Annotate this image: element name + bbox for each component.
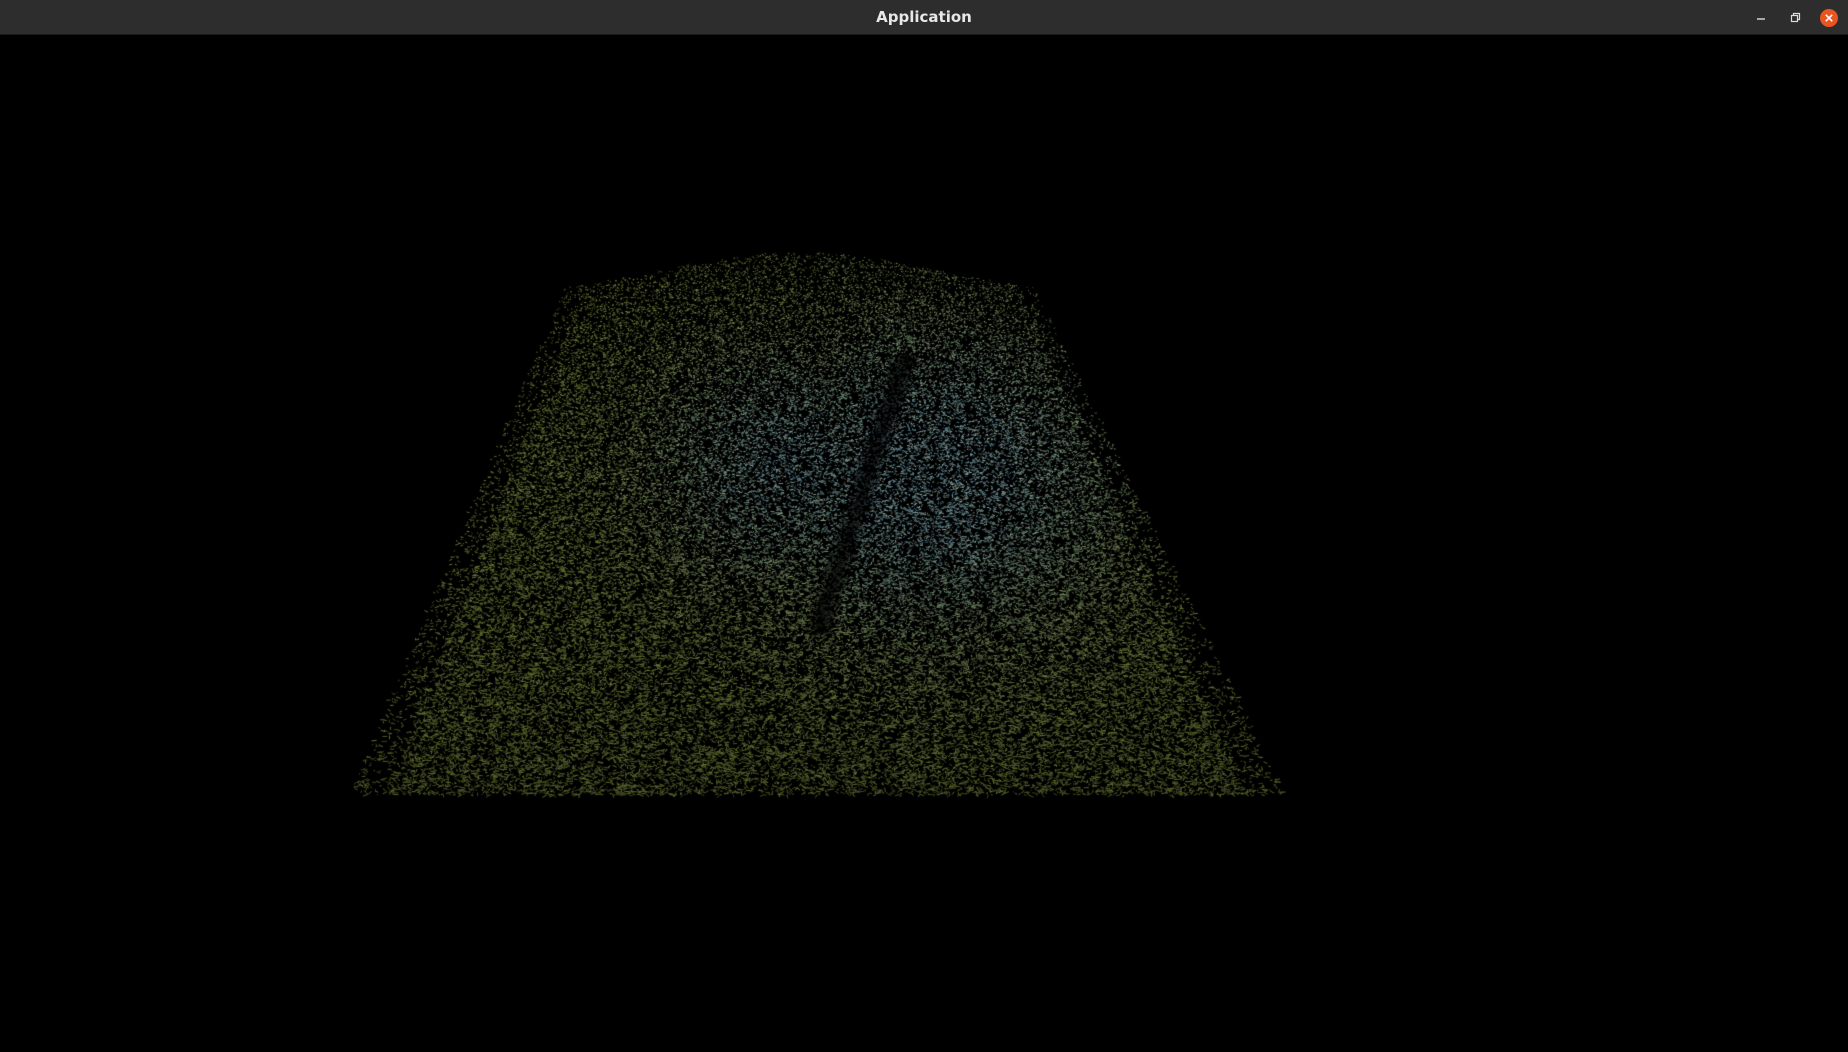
close-icon <box>1820 9 1838 27</box>
point-cloud-terrain[interactable] <box>0 35 1848 1052</box>
maximize-button[interactable] <box>1785 8 1805 28</box>
minimize-icon <box>1757 18 1765 20</box>
restore-icon <box>1790 12 1801 23</box>
minimize-button[interactable] <box>1751 8 1771 28</box>
3d-viewport[interactable] <box>0 35 1848 1052</box>
title-bar[interactable]: Application <box>0 0 1848 35</box>
application-window: Application <box>0 0 1848 1052</box>
close-button[interactable] <box>1819 8 1839 28</box>
window-title: Application <box>876 8 972 26</box>
